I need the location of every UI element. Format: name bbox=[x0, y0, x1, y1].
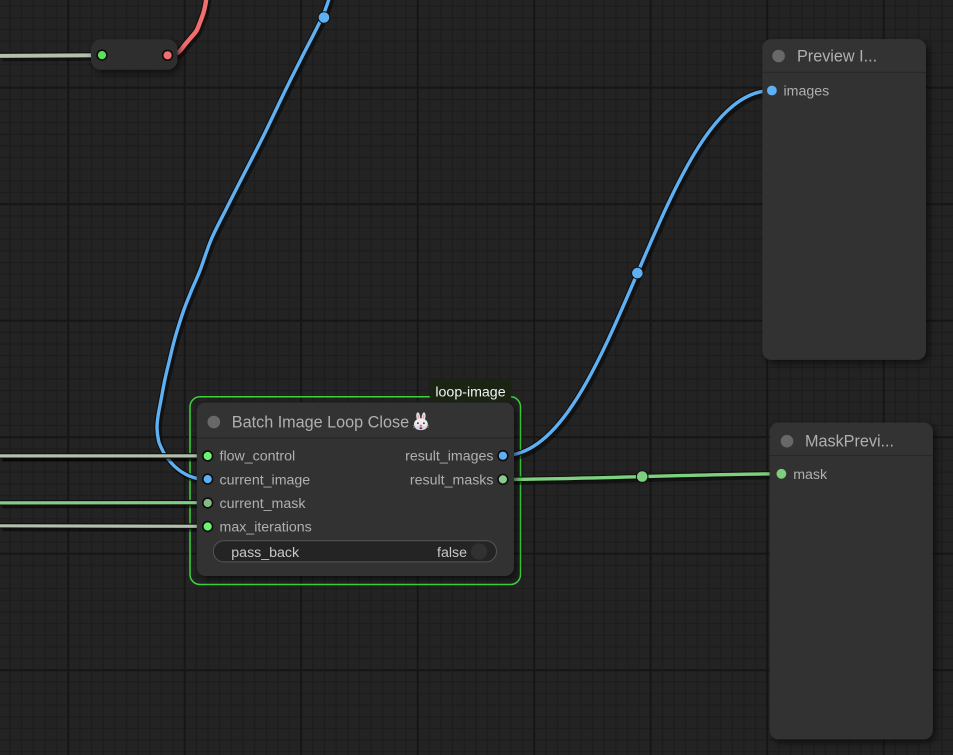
svg-text:result_images: result_images bbox=[405, 449, 493, 465]
svg-text:current_mask: current_mask bbox=[220, 496, 307, 512]
svg-text:Batch Image Loop Close: Batch Image Loop Close bbox=[232, 414, 409, 432]
svg-text:result_masks: result_masks bbox=[410, 472, 494, 488]
svg-text:current_image: current_image bbox=[220, 472, 311, 488]
svg-text:mask: mask bbox=[793, 467, 828, 483]
svg-text:flow_control: flow_control bbox=[220, 449, 296, 465]
svg-text:MaskPrevi...: MaskPrevi... bbox=[805, 433, 894, 451]
svg-text:images: images bbox=[784, 84, 830, 100]
svg-text:max_iterations: max_iterations bbox=[220, 520, 312, 536]
svg-text:Preview I...: Preview I... bbox=[797, 48, 877, 66]
svg-text:pass_back: pass_back bbox=[231, 545, 300, 561]
svg-text:false: false bbox=[437, 545, 467, 561]
svg-text:loop-image: loop-image bbox=[435, 385, 505, 401]
